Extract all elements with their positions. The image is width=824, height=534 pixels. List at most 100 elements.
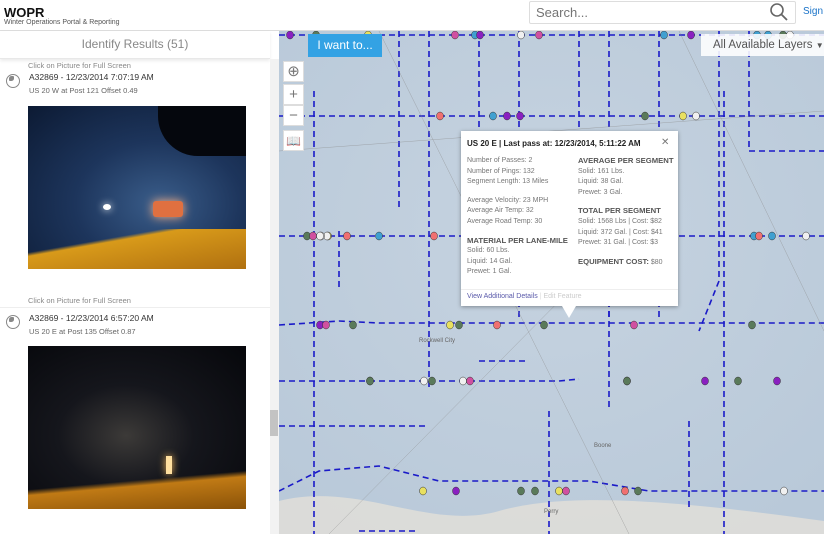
section-heading: AVERAGE PER SEGMENT	[578, 156, 674, 165]
vehicle-marker[interactable]	[679, 111, 687, 121]
item-title: A32869 - 12/23/2014 7:07:19 AM	[29, 72, 154, 82]
vehicle-marker[interactable]	[375, 231, 383, 241]
map-label: Perry	[544, 509, 559, 515]
camera-photo[interactable]	[28, 346, 246, 509]
identify-results-panel: Identify Results (51) Click on Picture f…	[0, 31, 279, 534]
stat: Average Velocity: 23 MPH	[467, 196, 549, 204]
search-input[interactable]	[529, 1, 796, 24]
camera-photo[interactable]	[28, 106, 246, 269]
minus-icon: −	[289, 107, 298, 124]
vehicle-marker[interactable]	[309, 231, 317, 241]
layers-dropdown[interactable]: All Available Layers ▼	[701, 34, 824, 56]
edit-feature-link[interactable]: Edit Feature	[543, 293, 581, 300]
stat: Liquid: 38 Gal.	[578, 178, 624, 186]
stat: Liquid: 14 Gal.	[467, 257, 513, 265]
vehicle-marker[interactable]	[634, 486, 642, 496]
stat: Segment Length: 13 Miles	[467, 178, 549, 186]
vehicle-marker[interactable]	[286, 31, 294, 40]
vehicle-marker[interactable]	[517, 31, 525, 40]
i-want-to-button[interactable]: I want to...	[308, 34, 382, 57]
vehicle-marker[interactable]	[428, 376, 436, 386]
item-subtitle: US 20 E at Post 135 Offset 0.87	[29, 327, 136, 336]
vehicle-marker[interactable]	[343, 231, 351, 241]
vehicle-marker[interactable]	[466, 376, 474, 386]
vehicle-marker[interactable]	[630, 320, 638, 330]
vehicle-marker[interactable]	[503, 111, 511, 121]
popup-footer: View Additional Details | Edit Feature	[461, 289, 678, 303]
chevron-down-icon: ▼	[815, 41, 824, 50]
popup-left-column: Number of Passes: 2 Number of Pings: 132…	[467, 156, 568, 278]
view-details-link[interactable]: View Additional Details	[467, 293, 538, 300]
sign-in-link[interactable]: Sign In	[803, 6, 824, 17]
vehicle-marker[interactable]	[562, 486, 570, 496]
vehicle-marker[interactable]	[773, 376, 781, 386]
vehicle-marker[interactable]	[687, 31, 695, 40]
stat: Number of Pings: 132	[467, 167, 535, 175]
vehicle-marker[interactable]	[516, 111, 524, 121]
zoom-in-button[interactable]: +	[283, 84, 304, 105]
vehicle-marker[interactable]	[540, 320, 548, 330]
plus-icon: +	[289, 86, 298, 103]
equipment-cost-value: $80	[650, 258, 663, 266]
vehicle-marker[interactable]	[535, 31, 543, 40]
map-label: Rockwell City	[419, 338, 456, 344]
vehicle-marker[interactable]	[436, 111, 444, 121]
vehicle-marker[interactable]	[476, 31, 484, 40]
vehicle-marker[interactable]	[531, 486, 539, 496]
stat: Prewet: 1 Gal.	[467, 268, 512, 276]
vehicle-marker[interactable]	[451, 31, 459, 40]
vehicle-marker[interactable]	[349, 320, 357, 330]
stat: Number of Passes: 2	[467, 157, 533, 164]
vehicle-marker[interactable]	[748, 320, 756, 330]
globe-icon	[6, 74, 20, 88]
locate-icon: ⊕	[287, 63, 300, 80]
locate-button[interactable]: ⊕	[283, 61, 304, 82]
vehicle-marker[interactable]	[430, 231, 438, 241]
scrollbar[interactable]	[270, 59, 279, 534]
vehicle-marker[interactable]	[452, 486, 460, 496]
popup-right-column: AVERAGE PER SEGMENT Solid: 161 Lbs. Liqu…	[578, 156, 674, 268]
vehicle-marker[interactable]	[420, 376, 428, 386]
vehicle-marker[interactable]	[419, 486, 427, 496]
vehicle-marker[interactable]	[701, 376, 709, 386]
zoom-out-button[interactable]: −	[283, 105, 304, 126]
photo-caption: Click on Picture for Full Screen	[28, 296, 131, 305]
panel-title: Identify Results (51)	[0, 31, 270, 59]
vehicle-marker[interactable]	[641, 111, 649, 121]
stat: Liquid: 372 Gal. | Cost: $41	[578, 228, 663, 236]
section-heading: TOTAL PER SEGMENT	[578, 206, 661, 216]
vehicle-marker[interactable]	[493, 320, 501, 330]
search-icon[interactable]	[770, 3, 788, 21]
vehicle-marker[interactable]	[755, 231, 763, 241]
vehicle-marker[interactable]	[366, 376, 374, 386]
vehicle-marker[interactable]	[322, 320, 330, 330]
close-icon[interactable]: ✕	[661, 137, 669, 148]
vehicle-marker[interactable]	[517, 486, 525, 496]
book-icon: 📖	[286, 134, 301, 148]
vehicle-marker[interactable]	[734, 376, 742, 386]
vehicle-marker[interactable]	[446, 320, 454, 330]
popup-title: US 20 E | Last pass at: 12/23/2014, 5:11…	[467, 139, 641, 148]
vehicle-marker[interactable]	[623, 376, 631, 386]
segment-popup: US 20 E | Last pass at: 12/23/2014, 5:11…	[461, 131, 678, 318]
item-subtitle: US 20 W at Post 121 Offset 0.49	[29, 86, 138, 95]
layers-label: All Available Layers	[713, 39, 813, 51]
scrollbar-thumb[interactable]	[270, 410, 278, 436]
bookmarks-button[interactable]: 📖	[283, 130, 304, 151]
vehicle-marker[interactable]	[692, 111, 700, 121]
vehicle-marker[interactable]	[802, 231, 810, 241]
caption-cut: Click on Picture for Full Screen	[28, 61, 131, 70]
vehicle-marker[interactable]	[489, 111, 497, 121]
vehicle-marker[interactable]	[768, 231, 776, 241]
stat: Prewet: 31 Gal. | Cost: $3	[578, 239, 659, 247]
vehicle-marker[interactable]	[621, 486, 629, 496]
vehicle-marker[interactable]	[459, 376, 467, 386]
vehicle-marker[interactable]	[780, 486, 788, 496]
vehicle-marker[interactable]	[555, 486, 563, 496]
vehicle-marker[interactable]	[316, 231, 324, 241]
app-header: WOPR Winter Operations Portal & Reportin…	[0, 0, 824, 31]
vehicle-marker[interactable]	[660, 31, 668, 40]
globe-icon	[6, 315, 20, 329]
vehicle-marker[interactable]	[455, 320, 463, 330]
stat: Prewet: 3 Gal.	[578, 188, 623, 196]
